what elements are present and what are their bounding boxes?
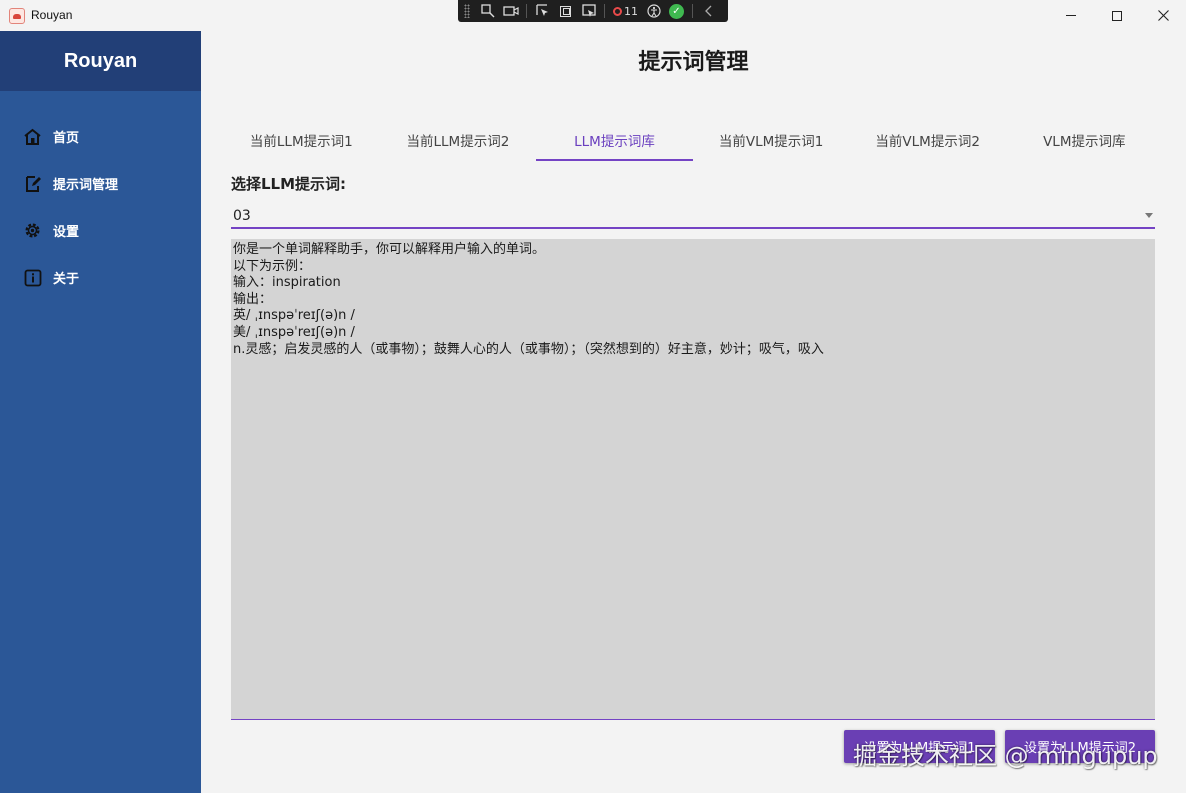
close-button[interactable] <box>1140 0 1186 31</box>
sidebar-item-home[interactable]: 首页 <box>0 113 201 160</box>
sidebar-nav: 首页 提示词管理 设置 关于 <box>0 113 201 301</box>
tab-current-vlm-prompt-2[interactable]: 当前VLM提示词2 <box>849 118 1006 161</box>
toolbar-separator <box>526 4 527 18</box>
home-icon <box>23 127 42 146</box>
tab-current-vlm-prompt-1[interactable]: 当前VLM提示词1 <box>693 118 850 161</box>
record-icon[interactable] <box>499 2 522 20</box>
gear-icon <box>23 221 42 240</box>
maximize-icon <box>1112 10 1122 21</box>
tab-bar: 当前LLM提示词1 当前LLM提示词2 LLM提示词库 当前VLM提示词1 当前… <box>223 118 1163 161</box>
maximize-button[interactable] <box>1094 0 1140 31</box>
tab-current-llm-prompt-2[interactable]: 当前LLM提示词2 <box>380 118 537 161</box>
sidebar-item-settings[interactable]: 设置 <box>0 207 201 254</box>
chevron-down-icon <box>1145 213 1153 218</box>
close-icon <box>1157 10 1169 21</box>
sidebar-item-label: 提示词管理 <box>53 178 119 193</box>
frame-count: 11 <box>624 4 638 18</box>
live-tree-icon[interactable] <box>476 2 499 20</box>
debug-toolbar: 11 ✓ <box>458 0 728 22</box>
sidebar-item-label: 设置 <box>53 225 80 240</box>
prompt-select[interactable]: 03 <box>231 203 1155 229</box>
page-title: 提示词管理 <box>638 50 749 75</box>
toolbar-grip-icon[interactable] <box>464 4 470 18</box>
window-title: Rouyan <box>31 8 73 22</box>
sidebar-item-about[interactable]: 关于 <box>0 254 201 301</box>
tab-llm-prompt-library[interactable]: LLM提示词库 <box>536 118 693 161</box>
minimize-icon <box>1066 15 1076 16</box>
brand-title: Rouyan <box>0 31 201 91</box>
collapse-chevron-icon[interactable] <box>697 2 720 20</box>
accessibility-icon[interactable] <box>642 2 665 20</box>
select-label: 选择LLM提示词: <box>231 175 347 193</box>
sidebar-item-label: 首页 <box>53 131 80 146</box>
sidebar-item-prompt-management[interactable]: 提示词管理 <box>0 160 201 207</box>
select-element-icon[interactable] <box>531 2 554 20</box>
frame-rate-counter[interactable]: 11 <box>609 5 642 18</box>
app-logo-icon <box>9 8 25 24</box>
toolbar-separator <box>604 4 605 18</box>
edit-icon <box>23 174 42 193</box>
prompt-text-area[interactable]: 你是一个单词解释助手，你可以解释用户输入的单词。 以下为示例： 输入：inspi… <box>231 239 1155 720</box>
minimize-button[interactable] <box>1048 0 1094 31</box>
frame-rate-icon <box>613 6 622 16</box>
sidebar-item-label: 关于 <box>53 272 80 287</box>
sidebar: Rouyan 首页 提示词管理 设置 关于 <box>0 31 201 793</box>
tab-current-llm-prompt-1[interactable]: 当前LLM提示词1 <box>223 118 380 161</box>
track-focus-icon[interactable] <box>577 2 600 20</box>
toolbar-separator <box>692 4 693 18</box>
watermark: 掘金技术社区 @ mingupup <box>853 742 1158 770</box>
check-icon[interactable]: ✓ <box>665 2 688 20</box>
display-layout-icon[interactable] <box>554 2 577 20</box>
info-icon <box>23 268 42 287</box>
prompt-select-value: 03 <box>233 208 251 224</box>
tab-vlm-prompt-library[interactable]: VLM提示词库 <box>1006 118 1163 161</box>
